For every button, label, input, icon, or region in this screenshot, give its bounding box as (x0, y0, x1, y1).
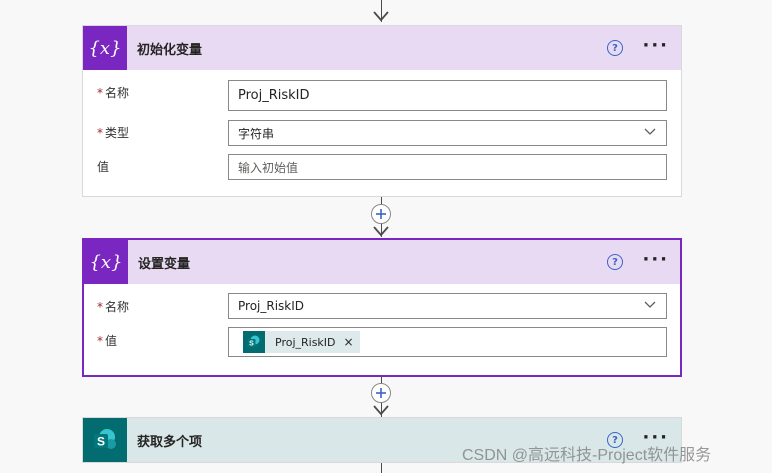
type-label: * 类型 (97, 126, 130, 140)
name-label: * 名称 (97, 300, 130, 314)
required-mark: * (97, 126, 103, 140)
svg-text:S: S (97, 435, 105, 449)
value-input[interactable]: S Proj_RiskID × (228, 327, 667, 357)
type-dropdown[interactable]: 字符串 (228, 120, 667, 146)
chevron-down-icon (644, 301, 656, 308)
card-title: 初始化变量 (137, 42, 203, 58)
value-label: 值 (97, 160, 110, 174)
value-input[interactable]: 输入初始值 (228, 154, 667, 180)
add-step-button[interactable] (371, 204, 391, 224)
token-label: Proj_RiskID (275, 335, 336, 349)
card-header[interactable]: {x} 初始化变量 ? ··· (83, 26, 681, 70)
required-mark: * (97, 334, 103, 348)
card-title: 设置变量 (138, 256, 191, 272)
add-step-button[interactable] (371, 383, 391, 403)
card-title: 获取多个项 (137, 434, 203, 450)
sharepoint-icon: S (243, 331, 265, 353)
value-label: * 值 (97, 334, 118, 348)
initialize-variable-card[interactable]: {x} 初始化变量 ? ··· * 名称 Proj_RiskID * 类型 字符串 … (82, 25, 682, 197)
card-header[interactable]: {x} 设置变量 ? ··· (84, 240, 680, 284)
name-label: * 名称 (97, 86, 130, 100)
help-icon[interactable]: ? (607, 40, 623, 56)
connector-line (381, 463, 382, 473)
watermark: CSDN @高远科技-Project软件服务 (462, 447, 712, 464)
arrow-down-icon (373, 405, 389, 416)
arrow-down-icon (373, 226, 389, 237)
svg-text:S: S (249, 341, 254, 348)
remove-token-icon[interactable]: × (344, 335, 354, 349)
plus-icon (376, 388, 386, 398)
help-icon[interactable]: ? (607, 254, 623, 270)
chevron-down-icon (644, 128, 656, 135)
dynamic-content-token[interactable]: S Proj_RiskID × (243, 331, 360, 353)
set-variable-card[interactable]: {x} 设置变量 ? ··· * 名称 Proj_RiskID * 值 S Proj… (82, 238, 682, 377)
more-options-icon[interactable]: ··· (642, 37, 669, 55)
sharepoint-icon: S (83, 418, 127, 462)
variable-icon: {x} (83, 26, 127, 70)
name-dropdown[interactable]: Proj_RiskID (228, 293, 667, 319)
arrow-down-icon (373, 11, 389, 22)
more-options-icon[interactable]: ··· (642, 251, 669, 269)
name-input[interactable]: Proj_RiskID (228, 80, 667, 111)
required-mark: * (97, 86, 103, 100)
required-mark: * (97, 300, 103, 314)
variable-icon: {x} (84, 240, 128, 284)
plus-icon (376, 209, 386, 219)
